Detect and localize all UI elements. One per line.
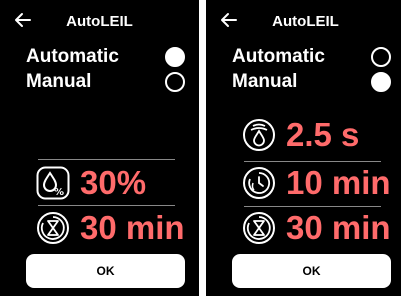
option-manual-label[interactable]: Manual	[232, 71, 297, 93]
page-title: AutoLEIL	[272, 13, 339, 30]
automatic-radio[interactable]	[371, 47, 391, 67]
header: AutoLEIL	[206, 0, 401, 40]
divider	[244, 161, 381, 162]
option-manual-label[interactable]: Manual	[26, 71, 91, 93]
manual-radio[interactable]	[371, 72, 391, 92]
interval-value: 30 min	[80, 209, 185, 246]
spray-duration-value: 2.5 s	[286, 116, 360, 153]
humidity-value: 30%	[80, 164, 147, 201]
divider	[244, 206, 381, 207]
divider	[38, 205, 175, 206]
option-automatic-label[interactable]: Automatic	[26, 46, 119, 68]
timer-cycle-icon	[243, 167, 275, 199]
option-automatic-label[interactable]: Automatic	[232, 46, 325, 68]
interval-value: 30 min	[286, 209, 391, 246]
timer-value: 10 min	[286, 164, 391, 201]
manual-radio[interactable]	[165, 72, 185, 92]
header: AutoLEIL	[0, 0, 199, 40]
automatic-radio[interactable]	[165, 47, 185, 67]
page-title: AutoLEIL	[66, 13, 133, 30]
hourglass-cycle-icon	[37, 212, 69, 244]
humidity-percent-icon: %	[36, 166, 70, 200]
hourglass-cycle-icon	[243, 212, 275, 244]
divider	[38, 159, 175, 160]
svg-text:%: %	[54, 187, 64, 198]
ok-button[interactable]: OK	[232, 254, 391, 288]
manual-mode-screen: AutoLEIL Automatic Manual 2.5 s 10 min 3…	[206, 0, 401, 296]
ok-button[interactable]: OK	[26, 254, 185, 288]
automatic-mode-screen: AutoLEIL Automatic Manual % 30% 30 min O…	[0, 0, 199, 296]
spray-icon	[243, 119, 275, 151]
